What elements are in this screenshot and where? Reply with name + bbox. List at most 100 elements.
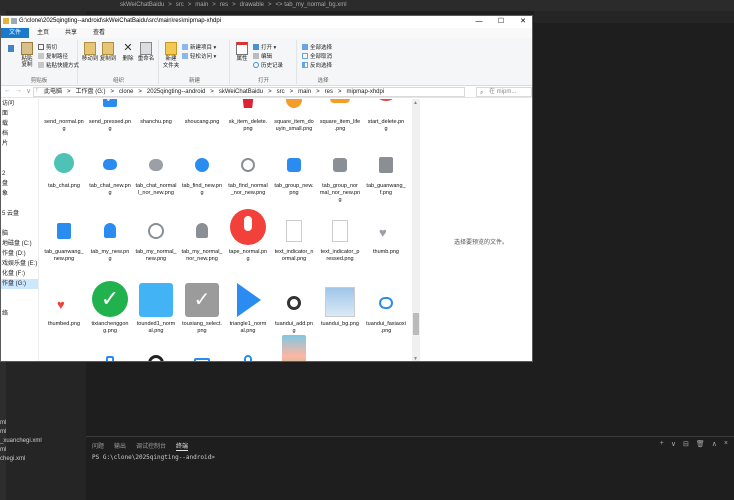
file-item[interactable]: tuandui_right.p ng (134, 349, 178, 361)
forward-button[interactable]: → (15, 87, 22, 95)
maximize-button[interactable]: ☐ (490, 16, 512, 28)
sidebar-file-item[interactable]: ml (0, 446, 42, 455)
file-item[interactable]: sk_item_delete. png (226, 99, 270, 133)
nav-item[interactable]: 档 (1, 129, 38, 139)
paste-shortcut-button[interactable]: 粘贴快捷方式 (38, 61, 79, 69)
file-item[interactable]: ✓ touxiang_select. png (180, 283, 224, 335)
panel-action-button[interactable]: + (660, 440, 664, 448)
path-segment[interactable]: skWeiChatBaidu (219, 89, 263, 95)
copy-to-button[interactable]: 复制到 (99, 42, 117, 63)
panel-tab[interactable]: 输出 (114, 441, 126, 451)
breadcrumb-item[interactable]: drawable (240, 2, 264, 8)
nav-item[interactable]: 2 (1, 169, 38, 179)
copy-button[interactable]: 复制 (18, 62, 36, 69)
nav-item[interactable]: 面 (1, 109, 38, 119)
file-item[interactable]: tab_my_normal_ new.png (134, 217, 178, 263)
breadcrumb-item[interactable]: src (176, 2, 184, 8)
file-item[interactable]: tab_chat_normal l_nor_new.png (134, 151, 178, 197)
tab-home[interactable]: 主页 (29, 28, 57, 38)
file-item[interactable]: start_delete.pn g (364, 99, 408, 133)
file-item[interactable]: text_indicator_n ormal.png (272, 217, 316, 263)
file-item[interactable]: tuandui_shipin. png (180, 349, 224, 361)
scrollbar-thumb[interactable] (413, 313, 419, 335)
rename-button[interactable]: 重命名 (137, 42, 155, 63)
nav-item[interactable]: 5 云盘 (1, 209, 38, 219)
select-all-button[interactable]: 全部选择 (302, 43, 332, 51)
nav-item[interactable] (1, 289, 38, 299)
file-item[interactable]: viewpager_bott om_hei.png (364, 349, 408, 361)
select-none-button[interactable]: 全部取消 (302, 52, 332, 60)
path-segment[interactable]: 工作盘 (G:) (76, 89, 106, 95)
file-item[interactable]: ♥ thumbed.png (42, 289, 86, 328)
panel-tab[interactable]: 问题 (92, 441, 104, 451)
panel-action-button[interactable]: × (724, 440, 728, 448)
path-segment[interactable]: 2025qingting--android (147, 89, 205, 95)
panel-action-button[interactable]: ∧ (712, 440, 717, 448)
nav-item[interactable] (1, 299, 38, 309)
sidebar-file-item[interactable]: ml (0, 428, 42, 437)
breadcrumb-item[interactable]: > (188, 2, 192, 8)
panel-action-button[interactable]: 🗑 (696, 440, 705, 448)
back-button[interactable]: ← (4, 87, 11, 95)
open-button[interactable]: 打开 ▾ (253, 43, 276, 51)
nav-item[interactable]: 载 (1, 119, 38, 129)
file-item[interactable]: tuandui_phone. png (88, 349, 132, 361)
file-item[interactable]: tounded1_norm al.png (134, 283, 178, 335)
file-item[interactable]: tuandui_bg.png (318, 287, 362, 328)
nav-item[interactable]: 盘 (1, 179, 38, 189)
breadcrumb-item[interactable]: skWeiChatBaidu (120, 2, 164, 8)
file-item[interactable]: tab_guanwang_ new.png (42, 217, 86, 263)
file-item[interactable]: shoucang.png (180, 99, 224, 126)
invert-selection-button[interactable]: 反向选择 (302, 61, 332, 69)
file-item[interactable]: tab_find_normal _nor_new.png (226, 151, 270, 197)
file-item[interactable]: tab_find_new.pn g (180, 151, 224, 197)
nav-item[interactable]: 化盘 (F:) (1, 269, 38, 279)
nav-item[interactable] (1, 149, 38, 159)
panel-tab[interactable]: 终端 (176, 441, 189, 451)
check-icon[interactable] (11, 18, 17, 24)
file-item[interactable]: tuiguang_dialo g_bg.png (272, 335, 316, 361)
file-item[interactable]: send_normal.pn g (42, 99, 86, 133)
path-segment[interactable]: mipmap-xhdpi (346, 89, 384, 95)
file-item[interactable]: ✓ send_pressed.pn g (88, 99, 132, 133)
nav-item[interactable]: 作盘 (G:) (1, 279, 38, 289)
nav-item[interactable]: 脑 (1, 229, 38, 239)
file-item[interactable]: ✓ tixianchenggon g.png (88, 281, 132, 335)
file-item[interactable]: tuandui_name_x iugai.png (42, 349, 86, 361)
scroll-down-arrow[interactable]: ▼ (413, 356, 418, 361)
breadcrumb-item[interactable]: > (212, 2, 216, 8)
file-item[interactable]: viewpager_bott om_gray.png (318, 349, 362, 361)
breadcrumb-item[interactable]: main (195, 2, 208, 8)
file-item[interactable]: square_item_life .png (318, 99, 362, 133)
delete-button[interactable]: ✕ 删除 (119, 42, 137, 63)
file-item[interactable]: tab_chat_new.pn g (88, 151, 132, 197)
nav-item[interactable] (1, 219, 38, 229)
file-item[interactable]: tab_group_nor mal_nor_new.pn g (318, 151, 362, 204)
file-item[interactable]: tab_my_new.pn g (88, 217, 132, 263)
path-segment[interactable]: res (325, 89, 333, 95)
address-path[interactable]: 此电脑 > 工作盘 (G:) > clone >2025qingting--android… (33, 87, 465, 97)
terminal-prompt[interactable]: PS G:\clone\2025qingting--android> (92, 454, 215, 461)
breadcrumb-item[interactable]: > (268, 2, 272, 8)
file-item[interactable]: tab_group_new. png (272, 151, 316, 197)
history-button[interactable]: 历史记录 (253, 61, 283, 69)
file-item[interactable]: shanchu.png (134, 99, 178, 126)
file-item[interactable]: tuandui_faxiaoxi .png (364, 289, 408, 335)
cut-button[interactable]: 剪切 (38, 43, 57, 51)
tab-share[interactable]: 共享 (57, 28, 85, 38)
panel-action-button[interactable]: ∨ (671, 440, 676, 448)
move-to-button[interactable]: 移动到 (81, 42, 99, 63)
file-item[interactable]: tuandui_yuyin.p ng (226, 349, 270, 361)
copy-path-button[interactable]: 复制路径 (38, 52, 68, 60)
edit-button[interactable]: 编辑 (253, 52, 272, 60)
easy-access-button[interactable]: 轻松访问 ▾ (182, 52, 216, 60)
nav-item[interactable] (1, 199, 38, 209)
panel-tab[interactable]: 调试控制台 (136, 441, 166, 451)
scroll-up-arrow[interactable]: ▲ (413, 100, 418, 106)
paste-button[interactable]: 粘贴 (18, 42, 36, 63)
path-segment[interactable]: src (277, 89, 285, 95)
path-segment[interactable]: 此电脑 (44, 89, 62, 95)
breadcrumb-item[interactable]: > (232, 2, 236, 8)
breadcrumb-item[interactable]: > (168, 2, 172, 8)
nav-item[interactable] (1, 159, 38, 169)
